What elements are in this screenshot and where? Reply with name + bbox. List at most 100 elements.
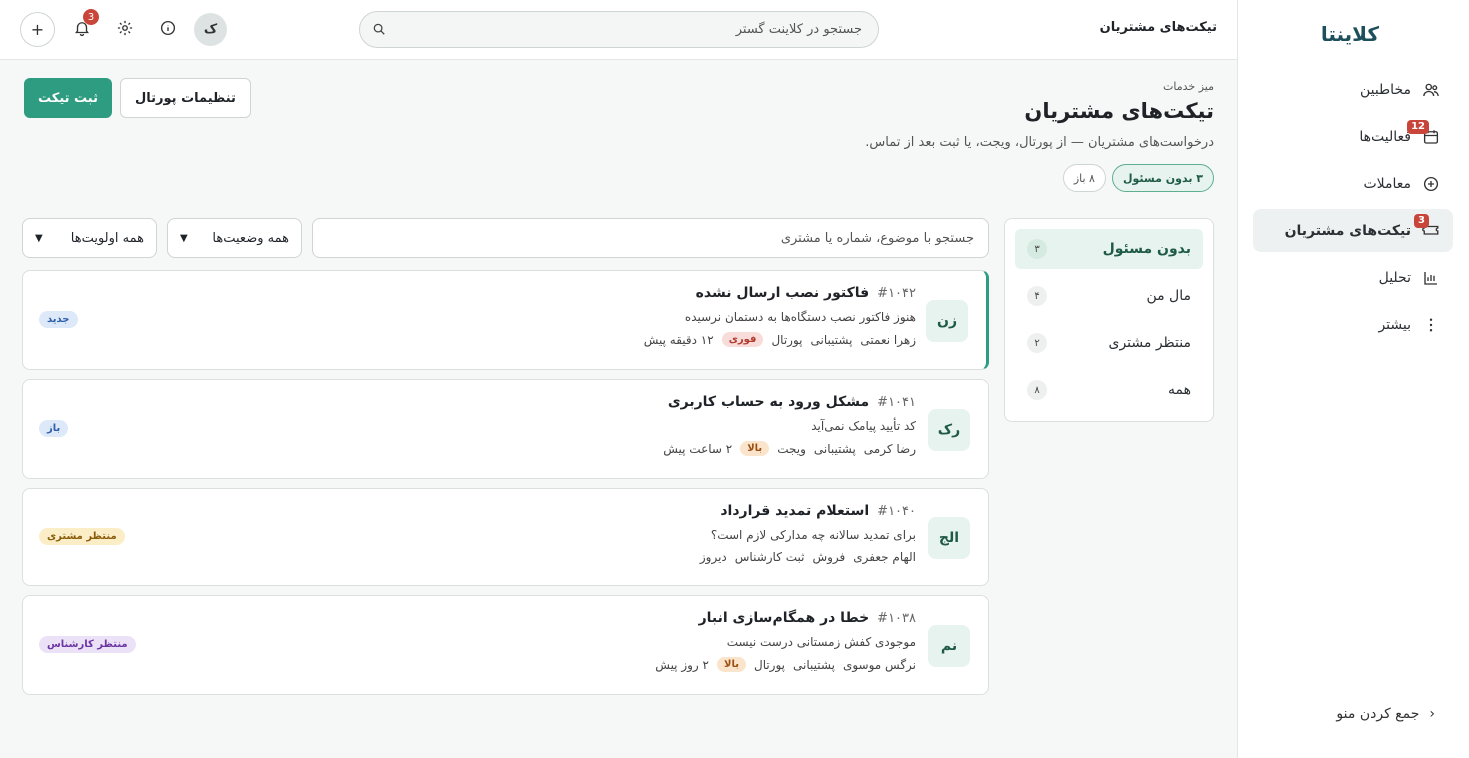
page-title: تیکت‌های مشتریان — [1024, 99, 1214, 123]
tickets-count-badge: 3 — [1414, 214, 1429, 228]
ticket-description: کد تأیید پیامک نمی‌آید — [811, 419, 916, 433]
collapse-menu-label: جمع کردن منو — [1336, 706, 1420, 722]
sidebar-item-label: مخاطبین — [1359, 81, 1411, 98]
plus-icon: + — [30, 20, 45, 39]
info-button[interactable] — [151, 13, 184, 46]
sidebar-item-contacts[interactable]: مخاطبین — [1253, 68, 1453, 111]
sidebar-item-label: معاملات — [1363, 175, 1411, 192]
collapse-menu-button[interactable]: ‹ جمع کردن منو — [1336, 706, 1435, 722]
view-mine[interactable]: مال من ۴ — [1015, 276, 1203, 316]
add-button[interactable]: + — [20, 12, 55, 47]
ticket-id: #۱۰۴۰ — [877, 504, 916, 519]
ticket-time: ۲ ساعت پیش — [663, 441, 733, 456]
ticket-channel: پورتال — [753, 657, 786, 672]
topbar-actions: ک 3 + — [20, 9, 227, 47]
unassigned-chip[interactable]: ۳ بدون مسئول — [1111, 164, 1214, 192]
chevron-down-icon: ▼ — [180, 232, 188, 244]
view-count: ۳ — [1027, 239, 1047, 259]
breadcrumb[interactable]: میز خدمات — [254, 80, 1214, 93]
sidebar-item-label: تحلیل — [1378, 269, 1411, 286]
ticket-card[interactable]: الج #۱۰۴۰ استعلام تمدید قرارداد برای تمد… — [22, 488, 989, 586]
sidebar-item-deals[interactable]: معاملات — [1253, 162, 1453, 205]
page-subtitle: درخواست‌های مشتریان — از پورتال، ویجت، ی… — [865, 135, 1214, 150]
ticket-title: خطا در همگام‌سازی انبار — [698, 610, 870, 626]
priority-select[interactable]: همه اولویت‌ها ▼ — [22, 218, 157, 258]
portal-settings-button[interactable]: تنظیمات پورتال — [120, 78, 251, 118]
ticket-card[interactable]: نم #۱۰۳۸ خطا در همگام‌سازی انبار موجودی … — [22, 595, 989, 695]
status-badge: باز — [39, 420, 69, 437]
ticket-time: دیروز — [699, 550, 727, 564]
ticket-meta: نرگس موسوی پشتیبانی پورتال بالا ۲ روز پی… — [655, 657, 916, 672]
view-waiting-customer[interactable]: منتظر مشتری ۲ — [1015, 323, 1203, 363]
customer-avatar: رک — [928, 409, 970, 451]
chevron-down-icon: ▼ — [35, 232, 43, 244]
sidebar-item-label: تیکت‌های مشتریان — [1284, 222, 1411, 239]
ticket-customer: رضا کرمی — [863, 441, 916, 456]
status-select-value: همه وضعیت‌ها — [212, 230, 289, 246]
ticket-id: #۱۰۴۱ — [877, 395, 916, 410]
view-label: بدون مسئول — [1102, 241, 1191, 257]
priority-badge: بالا — [740, 441, 770, 456]
notifications-button[interactable]: 3 — [65, 9, 99, 46]
summary-chips: ۳ بدون مسئول ۸ باز — [254, 164, 1214, 192]
gear-icon — [116, 19, 134, 41]
ticket-description: برای تمدید سالانه چه مدارکی لازم است؟ — [710, 528, 916, 542]
ticket-team: پشتیبانی — [793, 657, 835, 672]
customer-avatar: زن — [926, 300, 968, 342]
topbar: تیکت‌های مشتریان جستجو در کلاینت گستر ک … — [0, 0, 1237, 60]
sidebar-item-more[interactable]: بیشتر — [1253, 303, 1453, 346]
ticket-team: فروش — [812, 550, 846, 564]
chevron-left-icon: ‹ — [1429, 706, 1435, 722]
priority-select-value: همه اولویت‌ها — [70, 230, 144, 246]
ticket-search-input[interactable]: جستجو با موضوع، شماره یا مشتری — [312, 218, 989, 258]
ticket-body: #۱۰۴۱ مشکل ورود به حساب کاربری کد تأیید … — [663, 394, 916, 456]
status-select[interactable]: همه وضعیت‌ها ▼ — [167, 218, 302, 258]
ticket-meta: رضا کرمی پشتیبانی ویجت بالا ۲ ساعت پیش — [663, 441, 916, 456]
ticket-body: #۱۰۴۰ استعلام تمدید قرارداد برای تمدید س… — [700, 503, 916, 564]
customer-avatar: نم — [928, 625, 970, 667]
ticket-body: #۱۰۳۸ خطا در همگام‌سازی انبار موجودی کفش… — [655, 610, 916, 672]
settings-button[interactable] — [108, 13, 141, 46]
chart-icon — [1421, 268, 1441, 288]
saved-views-panel: بدون مسئول ۳ مال من ۴ منتظر مشتری ۲ همه … — [1004, 218, 1214, 422]
status-badge: جدید — [39, 311, 78, 328]
view-count: ۲ — [1027, 333, 1047, 353]
ticket-title: فاکتور نصب ارسال نشده — [695, 285, 870, 301]
view-unassigned[interactable]: بدون مسئول ۳ — [1015, 229, 1203, 269]
ticket-team: پشتیبانی — [810, 332, 853, 347]
more-vertical-icon — [1421, 315, 1441, 335]
ticket-title: مشکل ورود به حساب کاربری — [667, 394, 870, 410]
ticket-card[interactable]: رک #۱۰۴۱ مشکل ورود به حساب کاربری کد تأی… — [22, 379, 989, 479]
view-count: ۸ — [1027, 380, 1047, 400]
ticket-customer: زهرا نعمتی — [860, 332, 916, 347]
sidebar-item-activities[interactable]: 12 فعالیت‌ها — [1253, 115, 1453, 158]
ticket-customer: الهام جعفری — [853, 550, 916, 564]
priority-badge: بالا — [717, 657, 746, 672]
header-actions: ثبت تیکت تنظیمات پورتال — [24, 78, 251, 118]
brand-logo[interactable]: کلاینتا — [1321, 22, 1379, 46]
ticket-description: هنوز فاکتور نصب دستگاه‌ها به دستمان نرسی… — [684, 310, 916, 324]
open-chip[interactable]: ۸ باز — [1062, 164, 1106, 192]
new-ticket-button[interactable]: ثبت تیکت — [24, 78, 112, 118]
ticket-card[interactable]: زن #۱۰۴۲ فاکتور نصب ارسال نشده هنوز فاکت… — [22, 270, 989, 370]
ticket-customer: نرگس موسوی — [842, 657, 916, 672]
priority-badge: فوری — [721, 332, 764, 347]
ticket-body: #۱۰۴۲ فاکتور نصب ارسال نشده هنوز فاکتور … — [644, 285, 916, 347]
search-icon — [372, 22, 386, 40]
view-label: مال من — [1146, 288, 1191, 304]
ticket-channel: ثبت کارشناس — [734, 550, 805, 564]
ticket-search-placeholder: جستجو با موضوع، شماره یا مشتری — [780, 230, 974, 246]
ticket-list: زن #۱۰۴۲ فاکتور نصب ارسال نشده هنوز فاکت… — [22, 270, 989, 704]
customer-avatar: الج — [928, 517, 970, 559]
page-header: میز خدمات تیکت‌های مشتریان درخواست‌های م… — [254, 78, 1214, 192]
ticket-team: پشتیبانی — [813, 441, 856, 456]
global-search-input[interactable]: جستجو در کلاینت گستر — [359, 11, 879, 48]
view-all[interactable]: همه ۸ — [1015, 370, 1203, 410]
ticket-id: #۱۰۳۸ — [877, 611, 916, 626]
sidebar-item-label: بیشتر — [1378, 316, 1411, 333]
sidebar-item-analytics[interactable]: تحلیل — [1253, 256, 1453, 299]
sidebar: کلاینتا مخاطبین 12 فعالیت‌ها معاملات 3 — [1237, 0, 1469, 758]
user-avatar[interactable]: ک — [194, 13, 227, 46]
ticket-id: #۱۰۴۲ — [877, 286, 916, 301]
sidebar-item-tickets[interactable]: 3 تیکت‌های مشتریان — [1253, 209, 1453, 252]
